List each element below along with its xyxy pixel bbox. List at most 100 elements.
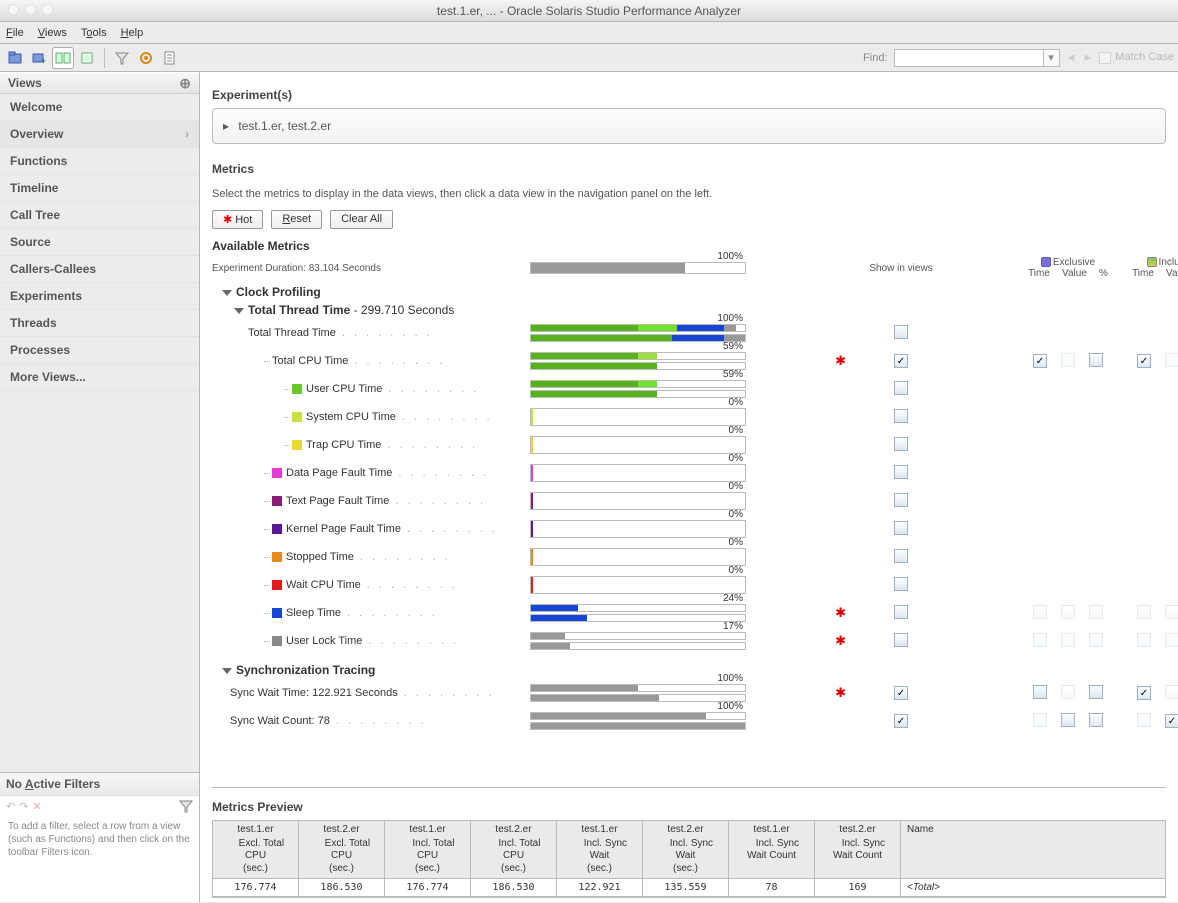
preview-name-header[interactable]: Name [901,821,1166,879]
compare-icon[interactable] [52,47,74,69]
match-case-check[interactable]: Match Case [1099,51,1174,63]
checkbox[interactable] [1137,713,1151,727]
export-icon[interactable] [159,47,181,69]
close-icon[interactable] [8,4,19,15]
checkbox[interactable] [1033,605,1047,619]
collapse-icon[interactable] [222,290,232,296]
checkbox[interactable] [1089,633,1103,647]
checkbox[interactable] [1033,633,1047,647]
checkbox[interactable] [1089,713,1103,727]
show-in-views-checkbox[interactable]: ✓ [894,354,908,368]
checkbox[interactable]: ✓ [1137,686,1151,700]
open-experiment-icon[interactable] [4,47,26,69]
show-in-views-checkbox[interactable] [894,605,908,619]
redo-icon[interactable]: ↷ [19,800,28,813]
clear-all-button[interactable]: Clear All [330,210,393,229]
checkbox[interactable]: ✓ [1137,354,1151,368]
checkbox[interactable] [1165,685,1178,699]
sidebar-item-functions[interactable]: Functions [0,148,199,175]
checkbox[interactable] [1137,633,1151,647]
checkbox[interactable] [1137,605,1151,619]
metric-color-icon [272,608,282,618]
checkbox[interactable] [1165,605,1178,619]
checkbox[interactable] [1089,353,1103,367]
menu-views[interactable]: Views [38,27,67,39]
remove-filter-icon[interactable]: ✕ [32,800,41,813]
checkbox[interactable] [1061,713,1075,727]
checkbox[interactable] [1061,685,1075,699]
sidebar-item-processes[interactable]: Processes [0,337,199,364]
show-in-views-checkbox[interactable] [894,633,908,647]
menu-tools[interactable]: Tools [81,27,107,39]
sidebar-item-more-views-[interactable]: More Views... [0,364,199,391]
find-prev-icon[interactable]: ◄ [1066,52,1077,64]
sidebar-item-welcome[interactable]: Welcome [0,94,199,121]
checkbox[interactable] [1061,605,1075,619]
checkbox[interactable] [1061,353,1075,367]
checkbox[interactable]: ✓ [1165,714,1178,728]
preview-col-header[interactable]: test.1.er Incl. Total CPU(sec.) [385,821,471,879]
preview-col-header[interactable]: test.2.er Incl. Sync Wait Count [815,821,901,879]
minimize-icon[interactable] [25,4,36,15]
preview-col-header[interactable]: test.2.er Excl. Total CPU(sec.) [299,821,385,879]
expand-icon[interactable]: ▸ [223,119,229,133]
show-in-views-checkbox[interactable] [894,437,908,451]
sidebar-item-timeline[interactable]: Timeline [0,175,199,202]
preview-col-header[interactable]: test.1.er Excl. Total CPU(sec.) [213,821,299,879]
sidebar-item-overview[interactable]: Overview› [0,121,199,148]
add-experiment-icon[interactable]: + [28,47,50,69]
checkbox[interactable] [1089,685,1103,699]
show-in-views-checkbox[interactable] [894,465,908,479]
show-in-views-checkbox[interactable] [894,381,908,395]
sidebar-item-call-tree[interactable]: Call Tree [0,202,199,229]
svg-text:+: + [41,56,46,66]
show-in-views-checkbox[interactable]: ✓ [894,714,908,728]
find-next-icon[interactable]: ► [1082,52,1093,64]
find-input[interactable] [894,49,1044,67]
hot-button[interactable]: ✱Hot [212,210,263,229]
show-in-views-checkbox[interactable] [894,549,908,563]
show-in-views-checkbox[interactable] [894,493,908,507]
checkbox[interactable]: ✓ [1033,354,1047,368]
checkbox[interactable] [1061,633,1075,647]
aggregate-icon[interactable] [76,47,98,69]
show-in-views-checkbox[interactable] [894,577,908,591]
preview-col-header[interactable]: test.1.er Incl. Sync Wait(sec.) [557,821,643,879]
sync-tracing-header[interactable]: Synchronization Tracing [212,661,1166,679]
filter-icon[interactable] [111,47,133,69]
experiments-box[interactable]: ▸ test.1.er, test.2.er [212,108,1166,144]
collapse-icon[interactable] [234,308,244,314]
zoom-icon[interactable] [42,4,53,15]
find-dropdown-icon[interactable]: ▾ [1044,49,1060,67]
sidebar-item-source[interactable]: Source [0,229,199,256]
checkbox[interactable] [1033,685,1047,699]
checkbox[interactable] [1033,713,1047,727]
sidebar-item-experiments[interactable]: Experiments [0,283,199,310]
menu-file[interactable]: File [6,27,24,39]
settings-icon[interactable] [135,47,157,69]
total-thread-time-header[interactable]: Total Thread Time - 299.710 Seconds [212,301,1166,319]
show-in-views-checkbox[interactable] [894,521,908,535]
undo-icon[interactable]: ↶ [6,800,15,813]
sidebar-item-callers-callees[interactable]: Callers-Callees [0,256,199,283]
menu-help[interactable]: Help [121,27,144,39]
collapse-icon[interactable] [222,668,232,674]
sidebar-item-threads[interactable]: Threads [0,310,199,337]
show-in-views-checkbox[interactable]: ✓ [894,686,908,700]
reset-button[interactable]: Reset [271,210,322,229]
add-view-icon[interactable]: ⊕ [179,75,191,92]
find-label: Find: [863,52,887,64]
hot-indicator-icon: ✱ [746,605,846,621]
checkbox[interactable] [1165,633,1178,647]
preview-col-header[interactable]: test.2.er Incl. Total CPU(sec.) [471,821,557,879]
preview-col-header[interactable]: test.1.er Incl. Sync Wait Count [729,821,815,879]
clock-profiling-header[interactable]: Clock Profiling [212,283,1166,301]
filters-funnel-icon[interactable] [179,799,193,813]
checkbox[interactable] [1165,353,1178,367]
checkbox[interactable] [1089,605,1103,619]
metric-row: User CPU Time . . . . . . . . 59% [212,375,1166,403]
metric-bar [530,642,746,650]
show-in-views-checkbox[interactable] [894,325,908,339]
preview-col-header[interactable]: test.2.er Incl. Sync Wait(sec.) [643,821,729,879]
show-in-views-checkbox[interactable] [894,409,908,423]
